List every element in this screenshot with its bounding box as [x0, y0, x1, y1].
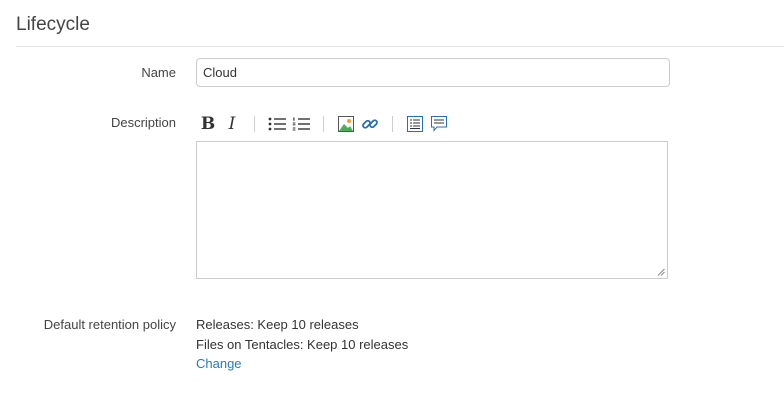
description-toolbar: B I: [196, 112, 451, 136]
section-title: Lifecycle: [16, 14, 90, 35]
bold-button[interactable]: B: [196, 112, 220, 136]
description-textarea[interactable]: [196, 141, 668, 279]
insert-link-button[interactable]: [358, 112, 382, 136]
numbered-list-button[interactable]: [289, 112, 313, 136]
change-retention-link[interactable]: Change: [196, 356, 242, 371]
comment-button[interactable]: [427, 112, 451, 136]
bulleted-list-button[interactable]: [265, 112, 289, 136]
bold-icon: B: [200, 114, 216, 134]
resize-grip-icon[interactable]: [657, 268, 665, 276]
image-icon: [338, 116, 354, 132]
retention-policy-label: Default retention policy: [43, 317, 176, 332]
comment-icon: [431, 116, 447, 132]
name-label: Name: [141, 65, 176, 80]
retention-releases-text: Releases: Keep 10 releases: [196, 317, 359, 332]
section-divider: [16, 46, 784, 47]
toolbar-separator: [323, 116, 324, 132]
italic-button[interactable]: I: [220, 112, 244, 136]
italic-icon: I: [228, 114, 236, 134]
name-input[interactable]: [196, 58, 670, 87]
toolbar-separator: [254, 116, 255, 132]
description-label: Description: [110, 115, 176, 130]
preview-icon: [407, 116, 423, 132]
lifecycle-page: Lifecycle Name Description B I: [0, 0, 784, 403]
insert-image-button[interactable]: [334, 112, 358, 136]
retention-tentacles-text: Files on Tentacles: Keep 10 releases: [196, 337, 409, 352]
link-icon: [362, 119, 378, 129]
numbered-list-icon: [292, 117, 310, 131]
bulleted-list-icon: [268, 117, 286, 131]
toolbar-separator: [392, 116, 393, 132]
preview-button[interactable]: [403, 112, 427, 136]
